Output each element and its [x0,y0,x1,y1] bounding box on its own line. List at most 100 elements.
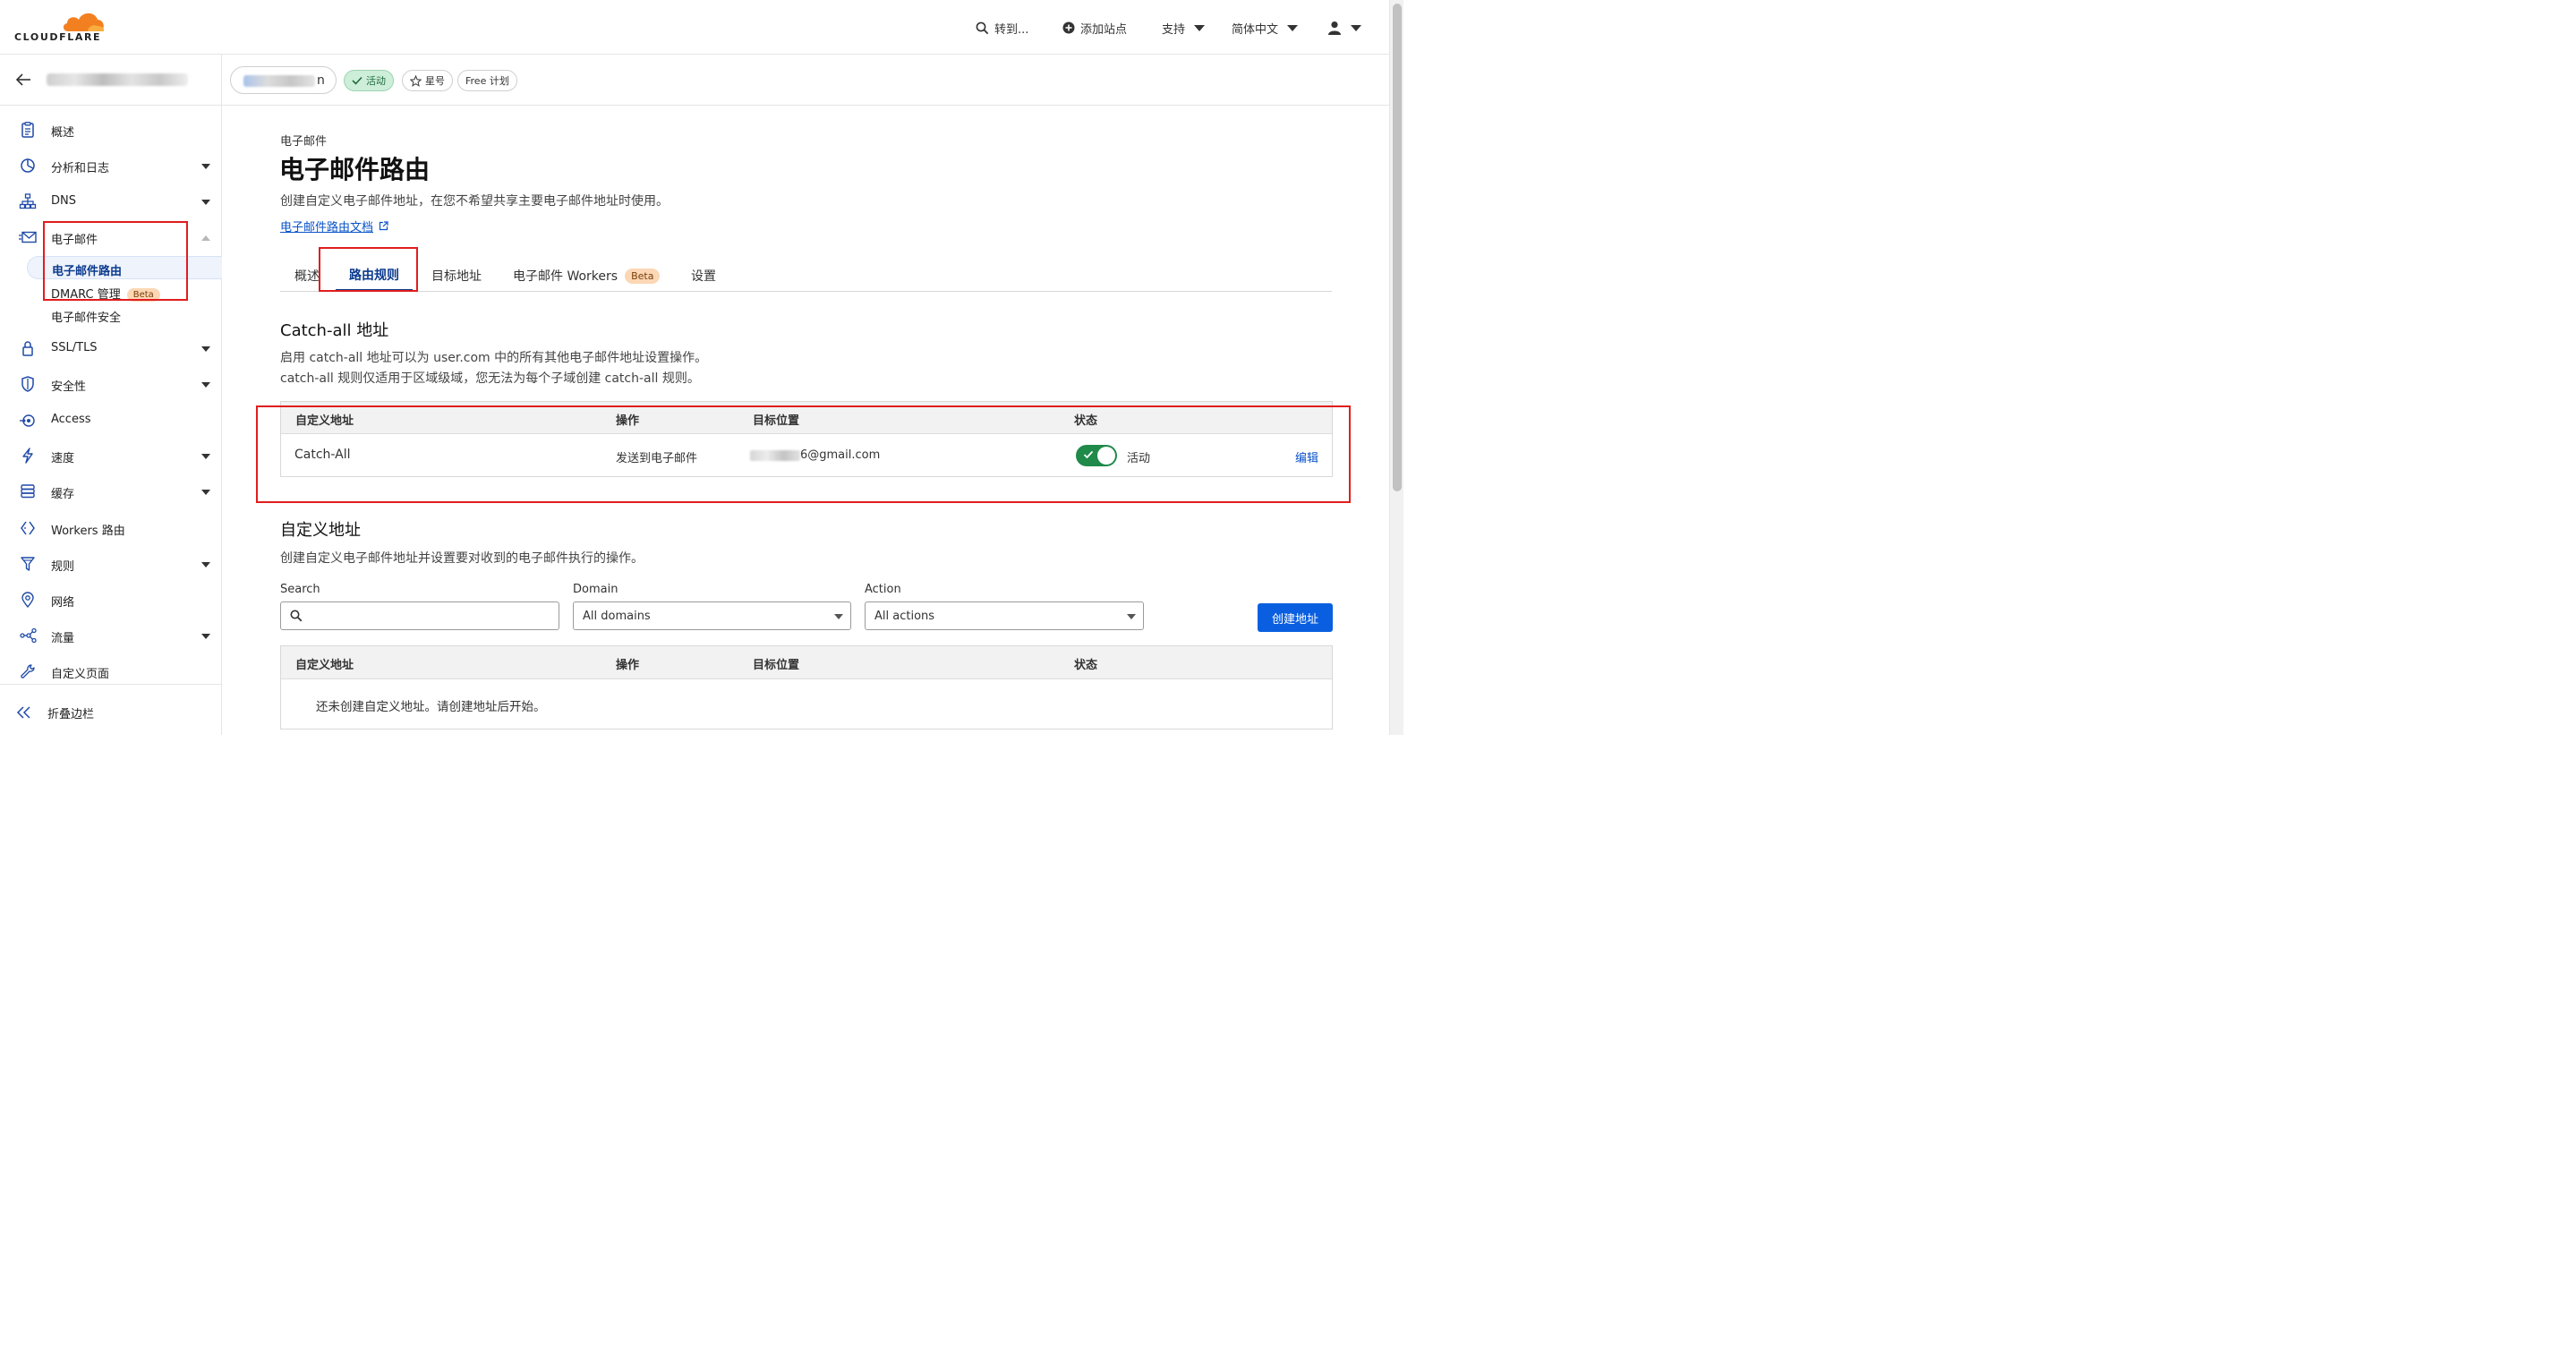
beta-badge: Beta [625,268,661,284]
network-icon [19,193,37,209]
toggle-knob [1097,447,1115,465]
action-select[interactable]: All actions [865,601,1144,630]
star-icon [410,74,422,87]
zone-selector[interactable]: n [230,66,337,94]
sidebar-item-security[interactable]: 安全性 [0,370,221,398]
chevron-down-icon [201,164,210,169]
sidebar-item-cache[interactable]: 缓存 [0,477,221,506]
user-icon [1328,21,1341,35]
cloudflare-logo[interactable]: CLOUDFLARE [14,10,107,44]
cache-icon [21,484,35,499]
language-menu[interactable]: 简体中文 [1232,19,1299,37]
chevron-down-icon [201,346,210,352]
tab-settings[interactable]: 设置 [691,260,716,292]
sidebar-item-label: Workers 路由 [51,525,125,538]
domain-select[interactable]: All domains [573,601,851,630]
scrollbar-thumb[interactable] [1393,4,1402,491]
external-link-icon [379,221,388,231]
edit-catchall-link[interactable]: 编辑 [1295,448,1318,465]
zone-status-badge: 活动 [344,70,394,91]
catchall-enabled-toggle[interactable] [1076,445,1117,466]
chevron-down-icon [201,634,210,639]
account-back-row[interactable] [0,55,221,106]
sidebar-item-label: 电子邮件 [51,234,98,247]
sidebar-item-email[interactable]: 电子邮件 [0,223,221,252]
support-menu[interactable]: 支持 [1162,19,1206,37]
tab-destination-addresses[interactable]: 目标地址 [431,260,482,292]
docs-link-label: 电子邮件路由文档 [280,221,374,235]
domain-select-value: All domains [583,610,651,623]
check-icon [352,76,363,85]
page-scrollbar[interactable] [1389,0,1403,735]
docs-link[interactable]: 电子邮件路由文档 [280,218,388,235]
user-menu[interactable] [1327,19,1361,37]
zone-header: n 活动 星号 Free 计划 [222,55,1389,106]
cloudflare-wordmark: CLOUDFLARE [14,31,102,43]
sidebar-item-speed[interactable]: 速度 [0,441,221,470]
funnel-icon [21,557,35,571]
column-header: 自定义地址 [295,414,354,428]
chevron-down-icon [1194,24,1206,31]
chevron-down-icon [1351,24,1361,31]
search-input[interactable] [280,601,559,630]
sidebar-item-workers-routes[interactable]: Workers 路由 [0,514,221,542]
tab-routing-rules[interactable]: 路由规则 [336,260,413,292]
account-name-redacted [47,73,188,86]
sidebar-item-analytics[interactable]: 分析和日志 [0,151,221,180]
sidebar-subitem-email-security[interactable]: 电子邮件安全 [27,303,222,327]
custom-address-table: 自定义地址 操作 目标位置 状态 还未创建自定义地址。请创建地址后开始。 [280,645,1333,729]
sidebar-item-dns[interactable]: DNS [0,187,221,216]
column-header: 操作 [616,659,640,672]
custom-address-description: 创建自定义电子邮件地址并设置要对收到的电子邮件执行的操作。 [280,551,644,566]
plan-badge[interactable]: Free 计划 [457,70,517,91]
column-header: 目标位置 [753,659,800,672]
sidebar-item-label: 概述 [51,126,75,140]
tab-bar: 概述 路由规则 目标地址 电子邮件 Workers Beta 设置 [280,260,1332,292]
add-site-button[interactable]: 添加站点 [1062,19,1127,37]
language-label: 简体中文 [1232,22,1279,37]
catchall-table-header: 自定义地址 操作 目标位置 状态 [281,402,1332,434]
search-label: Search [280,583,320,596]
dmarc-label: DMARC 管理 [51,288,121,302]
check-icon [1083,450,1094,459]
catchall-title: Catch-all 地址 [280,321,389,340]
tab-label: 目标地址 [431,269,482,284]
tab-label: 设置 [691,269,716,284]
sidebar-item-traffic[interactable]: 流量 [0,621,221,650]
column-header: 状态 [1074,414,1098,428]
sidebar-item-custom-pages[interactable]: 自定义页面 [0,657,221,686]
sidebar-item-label: 安全性 [51,380,87,394]
sidebar-item-label: 分析和日志 [51,162,110,175]
sidebar-item-rules[interactable]: 规则 [0,550,221,578]
tab-overview[interactable]: 概述 [294,260,320,292]
collapse-sidebar-button[interactable]: 折叠边栏 [0,684,221,735]
column-header: 目标位置 [753,414,800,428]
sidebar-item-overview[interactable]: 概述 [0,115,221,144]
sidebar-subitem-label: DMARC 管理 Beta [51,285,160,302]
top-header: CLOUDFLARE 转到... 添加站点 支持 简体中文 [0,0,1389,55]
main-content: 电子邮件 电子邮件路由 创建自定义电子邮件地址，在您不希望共享主要电子邮件地址时… [222,106,1389,735]
goto-button[interactable]: 转到... [976,19,1028,37]
sidebar-subitem-email-routing[interactable]: 电子邮件路由 [27,256,222,279]
goto-label: 转到... [994,22,1029,37]
sidebar-subitem-label: 电子邮件安全 [51,311,122,325]
empty-state-message: 还未创建自定义地址。请创建地址后开始。 [316,700,546,714]
action-select-value: All actions [874,610,935,623]
sidebar-item-label: 流量 [51,632,75,645]
tab-email-workers[interactable]: 电子邮件 Workers Beta [513,260,661,292]
destination-redacted [750,449,800,461]
sidebar-item-label: DNS [51,194,76,208]
sidebar-item-access[interactable]: Access [0,405,221,434]
create-address-button[interactable]: 创建地址 [1258,603,1333,632]
beta-badge: Beta [126,288,160,302]
breadcrumb[interactable]: 电子邮件 [280,132,327,149]
access-icon [20,414,35,427]
sidebar-subitem-dmarc[interactable]: DMARC 管理 Beta [27,280,222,303]
sidebar-item-network[interactable]: 网络 [0,585,221,614]
column-header: 操作 [616,414,640,428]
sidebar-item-ssl-tls[interactable]: SSL/TLS [0,334,221,363]
arrow-left-icon[interactable] [14,72,32,88]
chevron-down-icon [1287,24,1299,31]
sidebar-item-label: Access [51,413,91,426]
star-button[interactable]: 星号 [402,70,453,91]
